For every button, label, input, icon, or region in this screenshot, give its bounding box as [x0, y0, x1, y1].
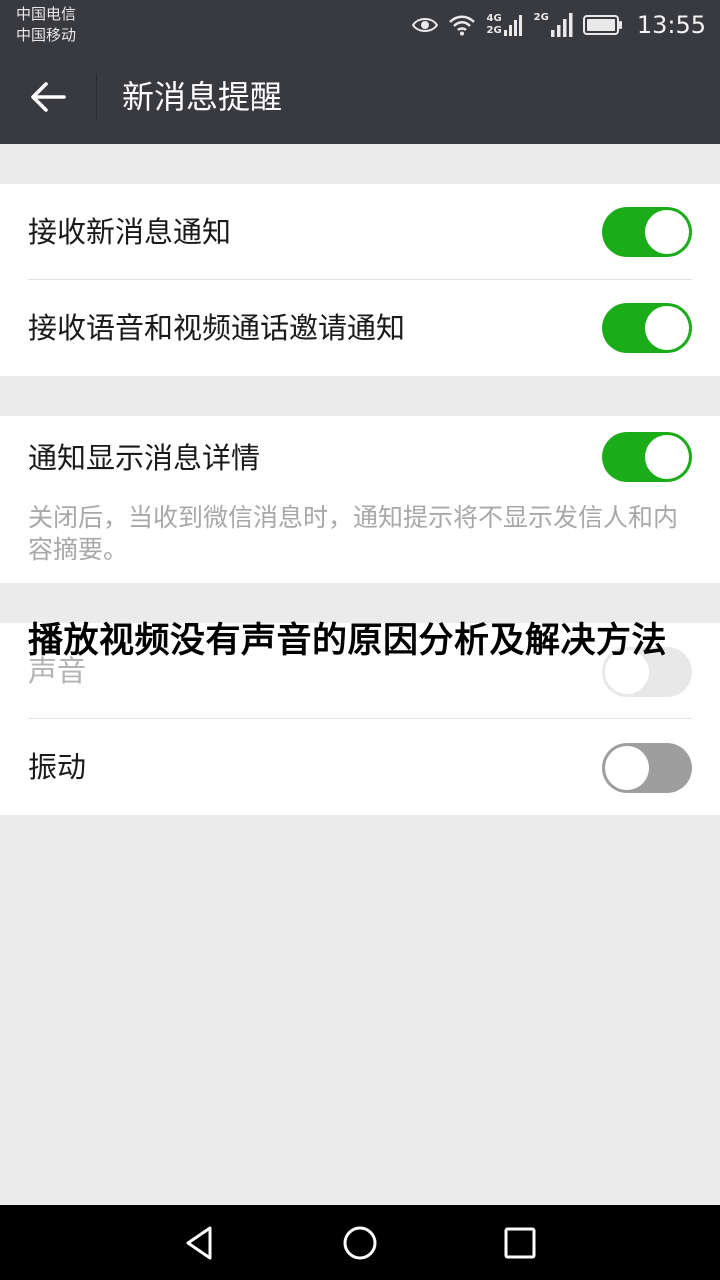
carrier-2: 中国移动 [16, 26, 77, 44]
home-circle-icon [343, 1226, 377, 1260]
navigation-bar [0, 1205, 720, 1280]
back-button[interactable] [20, 72, 76, 122]
back-triangle-icon [186, 1226, 212, 1260]
carrier-labels: 中国电信 中国移动 [16, 4, 76, 46]
title-bar: 新消息提醒 [0, 50, 720, 144]
setting-label: 接收新消息通知 [28, 215, 232, 249]
title-divider [96, 74, 97, 120]
overlay-article-title: 播放视频没有声音的原因分析及解决方法 [28, 621, 668, 661]
status-icons: 4G 2G 2G 13:55 [412, 8, 706, 42]
net-label-4g: 4G [486, 13, 502, 24]
wifi-icon [449, 15, 476, 36]
details-note: 关闭后，当收到微信消息时，通知提示将不显示发信人和内容摘要。 [28, 503, 679, 564]
setting-row-new-message: 接收新消息通知 [0, 184, 720, 280]
eye-comfort-icon [412, 18, 439, 32]
status-bar: 中国电信 中国移动 4G 2G 2G 13:55 [0, 0, 720, 50]
settings-group-details: 通知显示消息详情 关闭后，当收到微信消息时，通知提示将不显示发信人和内容摘要。 [0, 416, 720, 583]
settings-group-notifications: 接收新消息通知 接收语音和视频通话邀请通知 [0, 184, 720, 376]
signal-2: 2G [534, 13, 573, 37]
toggle-knob [645, 210, 689, 254]
signal-bars-icon [503, 15, 522, 36]
recents-square-icon [504, 1227, 536, 1259]
vibrate-toggle[interactable] [602, 743, 692, 793]
toggle-knob [605, 746, 649, 790]
battery-icon [582, 15, 622, 35]
signal-1: 4G 2G [486, 14, 523, 36]
clock: 13:55 [636, 11, 706, 39]
net-label-2g: 2G [486, 25, 502, 36]
nav-home-button[interactable] [340, 1223, 380, 1263]
call-invite-toggle[interactable] [602, 303, 692, 353]
nav-recents-button[interactable] [500, 1223, 540, 1263]
signal-bars-icon [550, 13, 573, 37]
net-label-2g-second: 2G [533, 12, 549, 23]
setting-label: 振动 [28, 750, 87, 784]
carrier-1: 中国电信 [16, 5, 77, 23]
setting-label: 接收语音和视频通话邀请通知 [28, 311, 406, 345]
setting-row-call-invite: 接收语音和视频通话邀请通知 [0, 280, 720, 376]
toggle-knob [645, 306, 689, 350]
toggle-knob [645, 435, 689, 479]
setting-row-vibrate: 振动 [0, 719, 720, 815]
nav-back-button[interactable] [180, 1223, 220, 1263]
new-message-toggle[interactable] [602, 207, 692, 257]
message-details-toggle[interactable] [602, 432, 692, 482]
arrow-left-icon [31, 82, 66, 112]
page-title: 新消息提醒 [122, 78, 283, 116]
setting-label: 通知显示消息详情 [28, 441, 261, 475]
